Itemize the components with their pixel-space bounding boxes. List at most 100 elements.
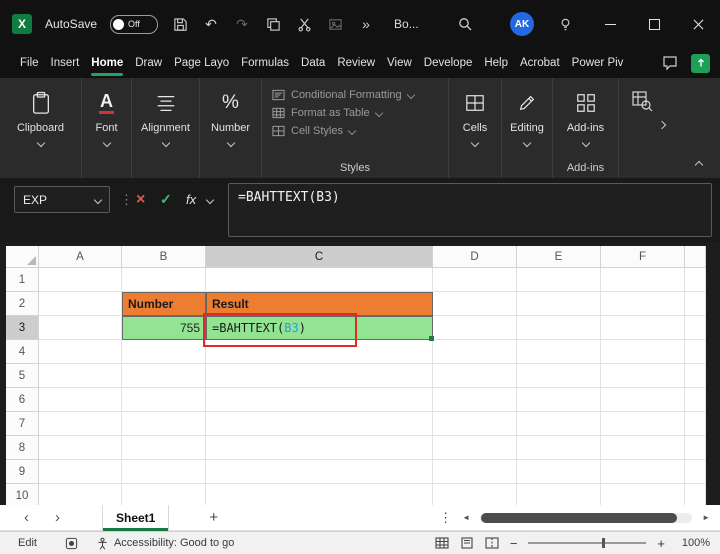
sheet-options-icon[interactable]: ⋮ xyxy=(439,510,452,526)
cell-c5[interactable] xyxy=(206,364,433,388)
cell-d5[interactable] xyxy=(433,364,517,388)
cell-f7[interactable] xyxy=(601,412,685,436)
cell-b1[interactable] xyxy=(122,268,206,292)
ribbon-tab-view[interactable]: View xyxy=(381,48,418,78)
chevron-right-icon[interactable] xyxy=(658,121,666,129)
cell-f8[interactable] xyxy=(601,436,685,460)
ribbon-group-cells[interactable]: Cells xyxy=(449,78,502,178)
ribbon-tab-insert[interactable]: Insert xyxy=(45,48,86,78)
ribbon-group-editing[interactable]: Editing xyxy=(502,78,553,178)
cell-a8[interactable] xyxy=(39,436,122,460)
cell-a7[interactable] xyxy=(39,412,122,436)
cell-e2[interactable] xyxy=(517,292,601,316)
cell-b7[interactable] xyxy=(122,412,206,436)
cell-a9[interactable] xyxy=(39,460,122,484)
cell-b9[interactable] xyxy=(122,460,206,484)
enter-icon[interactable]: ✓ xyxy=(160,186,172,213)
zoom-slider[interactable] xyxy=(528,542,646,544)
zoom-slider-thumb[interactable] xyxy=(602,538,605,548)
cell-d10[interactable] xyxy=(433,484,517,505)
row-header-4[interactable]: 4 xyxy=(6,340,39,364)
ribbon-tab-file[interactable]: File xyxy=(14,48,45,78)
fill-handle[interactable] xyxy=(429,336,434,341)
more-commands-icon[interactable]: » xyxy=(357,15,375,33)
cell-d7[interactable] xyxy=(433,412,517,436)
autosave-toggle[interactable]: Off xyxy=(110,15,158,34)
column-header-d[interactable]: D xyxy=(433,246,517,268)
cell-f6[interactable] xyxy=(601,388,685,412)
select-all-corner[interactable] xyxy=(6,246,39,268)
sheet-tab-sheet1[interactable]: Sheet1 xyxy=(102,505,169,531)
ribbon-tab-help[interactable]: Help xyxy=(478,48,514,78)
column-header-e[interactable]: E xyxy=(517,246,601,268)
maximize-button[interactable] xyxy=(632,0,676,48)
row-header-1[interactable]: 1 xyxy=(6,268,39,292)
horizontal-scrollbar[interactable] xyxy=(480,513,692,523)
cell-e10[interactable] xyxy=(517,484,601,505)
cell-a10[interactable] xyxy=(39,484,122,505)
close-button[interactable] xyxy=(676,0,720,48)
ribbon-group-alignment[interactable]: Alignment xyxy=(132,78,200,178)
cell-f4[interactable] xyxy=(601,340,685,364)
ribbon-tab-home[interactable]: Home xyxy=(85,48,129,78)
cell-d9[interactable] xyxy=(433,460,517,484)
row-header-5[interactable]: 5 xyxy=(6,364,39,388)
cell-f5[interactable] xyxy=(601,364,685,388)
scroll-right-icon[interactable]: ► xyxy=(702,513,710,522)
name-box[interactable]: EXP xyxy=(14,186,110,213)
zoom-out-button[interactable]: − xyxy=(510,536,518,551)
cell-b8[interactable] xyxy=(122,436,206,460)
addins-group-label[interactable]: Add-ins xyxy=(553,162,618,174)
cell-blank-5[interactable] xyxy=(685,364,706,388)
ribbon-tab-draw[interactable]: Draw xyxy=(129,48,168,78)
add-sheet-button[interactable]: + xyxy=(209,509,218,526)
insert-function-button[interactable]: fx xyxy=(186,186,196,213)
ribbon-tab-data[interactable]: Data xyxy=(295,48,331,78)
page-break-view-icon[interactable] xyxy=(485,537,499,549)
excel-logo-icon[interactable]: X xyxy=(12,14,32,34)
ribbon-tab-acrobat[interactable]: Acrobat xyxy=(514,48,566,78)
cell-e6[interactable] xyxy=(517,388,601,412)
cell-b6[interactable] xyxy=(122,388,206,412)
row-header-6[interactable]: 6 xyxy=(6,388,39,412)
cell-a3[interactable] xyxy=(39,316,122,340)
cell-d8[interactable] xyxy=(433,436,517,460)
copy-icon[interactable] xyxy=(264,15,282,33)
cell-e8[interactable] xyxy=(517,436,601,460)
cell-e4[interactable] xyxy=(517,340,601,364)
page-layout-view-icon[interactable] xyxy=(460,537,474,549)
comments-icon[interactable] xyxy=(661,54,679,72)
cell-c8[interactable] xyxy=(206,436,433,460)
cell-c7[interactable] xyxy=(206,412,433,436)
macro-record-icon[interactable] xyxy=(65,537,78,550)
cell-blank-4[interactable] xyxy=(685,340,706,364)
column-header-f[interactable]: F xyxy=(601,246,685,268)
row-header-7[interactable]: 7 xyxy=(6,412,39,436)
cell-f10[interactable] xyxy=(601,484,685,505)
cell-a1[interactable] xyxy=(39,268,122,292)
cell-f2[interactable] xyxy=(601,292,685,316)
undo-icon[interactable]: ↶ xyxy=(202,15,220,33)
format-as-table-button[interactable]: Format as Table xyxy=(262,104,448,122)
zoom-in-button[interactable]: + xyxy=(657,536,665,551)
cell-d6[interactable] xyxy=(433,388,517,412)
cell-f9[interactable] xyxy=(601,460,685,484)
cell-b5[interactable] xyxy=(122,364,206,388)
column-header-b[interactable]: B xyxy=(122,246,206,268)
cell-d1[interactable] xyxy=(433,268,517,292)
scroll-left-icon[interactable]: ◄ xyxy=(462,513,470,522)
redo-icon[interactable]: ↷ xyxy=(233,15,251,33)
save-icon[interactable] xyxy=(171,15,189,33)
minimize-button[interactable] xyxy=(588,0,632,48)
cell-b3[interactable]: 755 xyxy=(122,316,206,340)
cell-f3[interactable] xyxy=(601,316,685,340)
ribbon-group-number[interactable]: % Number xyxy=(200,78,262,178)
zoom-level[interactable]: 100% xyxy=(676,537,710,549)
cell-a2[interactable] xyxy=(39,292,122,316)
cell-blank-3[interactable] xyxy=(685,316,706,340)
cell-d4[interactable] xyxy=(433,340,517,364)
ribbon-tab-review[interactable]: Review xyxy=(331,48,381,78)
cell-a4[interactable] xyxy=(39,340,122,364)
search-icon[interactable] xyxy=(456,15,474,33)
ribbon-tab-formulas[interactable]: Formulas xyxy=(235,48,295,78)
